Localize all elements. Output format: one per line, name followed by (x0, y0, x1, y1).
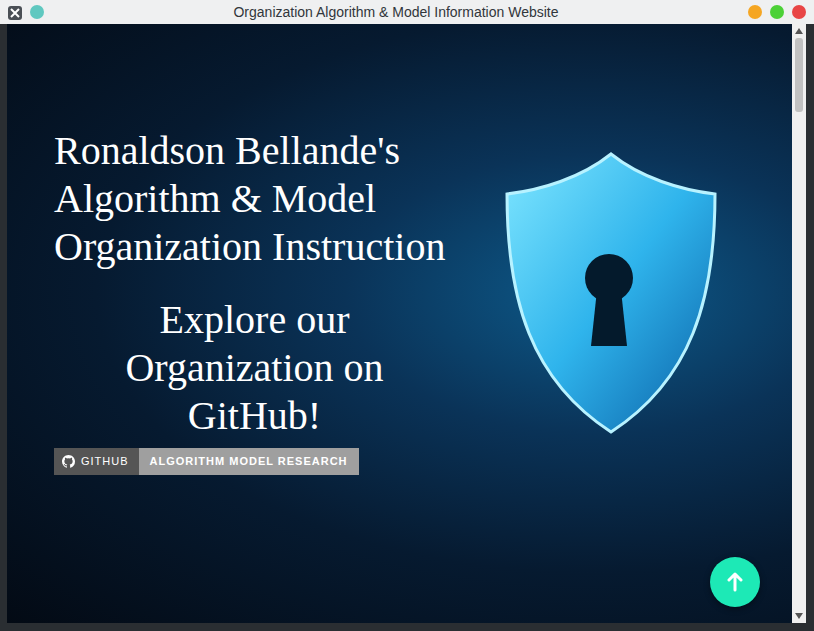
maximize-icon[interactable] (770, 5, 784, 19)
pin-icon[interactable] (30, 5, 44, 19)
scrollbar[interactable] (792, 24, 806, 623)
hero-subheading: Explore our Organization on GitHub! (54, 296, 455, 440)
scroll-track (792, 38, 806, 609)
minimize-icon[interactable] (748, 5, 762, 19)
hero-heading: Ronaldson Bellande's Algorithm & Model O… (54, 127, 455, 271)
hero-section: Ronaldson Bellande's Algorithm & Model O… (7, 24, 792, 623)
badge-label-text: GITHUB (81, 453, 129, 470)
window-body: Ronaldson Bellande's Algorithm & Model O… (0, 24, 814, 631)
shield-picture (455, 24, 721, 623)
scroll-up-icon[interactable] (795, 24, 803, 38)
arrow-up-icon (726, 572, 744, 592)
window-menu (8, 2, 44, 23)
badge-label: GITHUB (54, 448, 139, 475)
shield-lock-icon (501, 150, 721, 435)
hero-text: Ronaldson Bellande's Algorithm & Model O… (7, 24, 455, 623)
github-badge[interactable]: GITHUB ALGORITHM MODEL RESEARCH (54, 448, 359, 475)
scroll-thumb[interactable] (795, 38, 803, 112)
browser-window: Organization Algorithm & Model Informati… (0, 0, 814, 631)
close-icon[interactable] (792, 5, 806, 19)
window-controls (748, 5, 806, 19)
badge-message: ALGORITHM MODEL RESEARCH (139, 448, 359, 475)
github-icon (62, 455, 75, 468)
scroll-top-button[interactable] (710, 557, 760, 607)
app-icon[interactable] (8, 2, 22, 23)
window-title: Organization Algorithm & Model Informati… (44, 0, 748, 24)
scroll-down-icon[interactable] (795, 609, 803, 623)
title-bar: Organization Algorithm & Model Informati… (0, 0, 814, 24)
